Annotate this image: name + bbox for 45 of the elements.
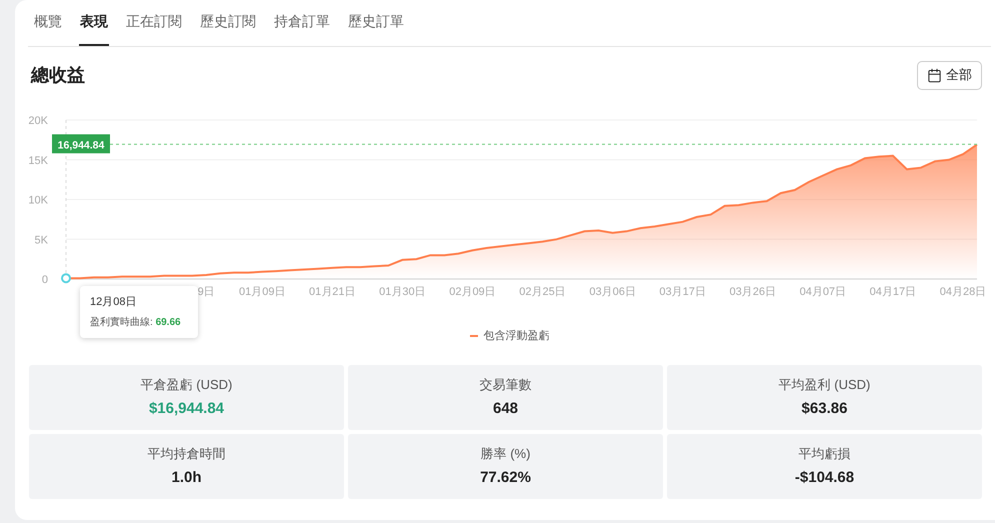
ref-line-label: 16,944.84 — [58, 139, 105, 152]
y-axis-label: 0 — [42, 274, 48, 286]
stat-value: 648 — [492, 399, 518, 419]
tab[interactable]: 表現 — [79, 0, 109, 46]
tooltip-value: 盈利實時曲線: 69.66 — [90, 316, 182, 330]
y-axis-label: 20K — [28, 115, 48, 127]
calendar-icon — [927, 68, 942, 82]
x-axis-label: 02月09日 — [449, 286, 496, 298]
stat-label: 勝率 (%) — [480, 444, 530, 463]
y-axis-label: 10K — [28, 194, 48, 206]
stat-label: 平均持倉時間 — [148, 444, 226, 462]
y-axis-label: 5K — [34, 234, 48, 246]
stat-label: 平均盈利 (USD) — [778, 376, 870, 394]
y-axis-label: 15K — [28, 154, 48, 167]
tab[interactable]: 概覽 — [33, 0, 63, 46]
value-badge: 16,944.84 — [52, 134, 110, 154]
legend-label: 包含浮動盈虧 — [484, 329, 550, 344]
tab[interactable]: 歷史訂單 — [347, 0, 405, 46]
hover-point — [61, 273, 71, 284]
stat-value: -$104.68 — [794, 468, 854, 488]
legend-swatch — [470, 335, 478, 338]
x-axis-label: 04月28日 — [940, 286, 986, 298]
tab[interactable]: 持倉訂單 — [273, 0, 331, 46]
x-axis-label: 9日 — [198, 286, 215, 298]
date-range-button[interactable]: 全部 — [917, 60, 982, 90]
tab[interactable]: 歷史訂閱 — [199, 0, 257, 46]
stat-label: 交易筆數 — [480, 376, 532, 394]
x-axis-label: 01月09日 — [238, 286, 286, 298]
stat-value: 77.62% — [480, 468, 531, 488]
x-axis-label: 01月30日 — [379, 286, 426, 298]
section-title: 總收益 — [31, 64, 85, 86]
x-axis-label: 01月21日 — [309, 286, 356, 298]
x-axis-label: 02月25日 — [519, 286, 566, 298]
stat-label: 平倉盈虧 (USD) — [140, 376, 232, 394]
stat-value: $16,944.84 — [148, 399, 224, 419]
tab[interactable]: 正在訂閱 — [125, 0, 183, 46]
x-axis-label: 04月07日 — [800, 286, 846, 298]
x-axis-label: 03月06日 — [589, 286, 636, 298]
stat-value: $63.86 — [802, 399, 848, 419]
x-axis-label: 03月17日 — [659, 286, 706, 298]
x-axis-label: 03月26日 — [730, 286, 776, 298]
x-axis-label: 04月17日 — [870, 286, 916, 298]
stat-value: 1.0h — [171, 468, 202, 488]
tooltip-date: 12月08日 — [90, 295, 138, 310]
stat-label: 平均虧損 — [798, 444, 850, 462]
